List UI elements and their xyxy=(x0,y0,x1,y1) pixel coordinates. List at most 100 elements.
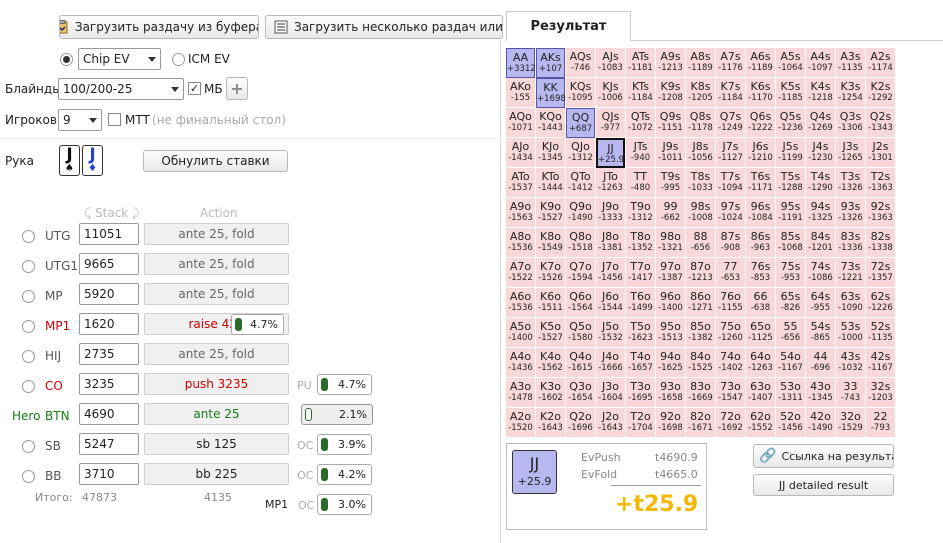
hand-cell[interactable]: 72s -1357 xyxy=(866,258,895,288)
hand-cell[interactable]: QQ +687 xyxy=(566,108,595,138)
hand-cell[interactable]: 64s -955 xyxy=(806,288,835,318)
hand-cell[interactable]: T8o -1352 xyxy=(626,228,655,258)
hand-cell[interactable]: K6o -1511 xyxy=(536,288,565,318)
blinds-select[interactable]: 100/200-25 xyxy=(58,78,184,100)
stack-input[interactable]: 11051 xyxy=(79,223,139,245)
hand-cell[interactable]: J7o -1456 xyxy=(596,258,625,288)
hand-cell[interactable]: 83o -1669 xyxy=(686,378,715,408)
hand-cell[interactable]: A5s -1064 xyxy=(776,48,805,78)
hand-cell[interactable]: 84o -1525 xyxy=(686,348,715,378)
hand-cell[interactable]: 95o -1513 xyxy=(656,318,685,348)
position-radio[interactable] xyxy=(22,230,35,243)
hand-cell[interactable]: Q4o -1615 xyxy=(566,348,595,378)
chip-ev-radio[interactable] xyxy=(60,53,73,66)
hand-cell[interactable]: 63o -1407 xyxy=(746,378,775,408)
hand-cell[interactable]: 54o -1167 xyxy=(776,348,805,378)
hand-cell[interactable]: K7o -1526 xyxy=(536,258,565,288)
hand-cell[interactable]: J8s -1056 xyxy=(686,138,715,168)
hand-cell[interactable]: A5o -1400 xyxy=(506,318,535,348)
hand-cell[interactable]: K9o -1527 xyxy=(536,198,565,228)
hand-cell[interactable]: 53o -1311 xyxy=(776,378,805,408)
hand-cell[interactable]: Q3o -1654 xyxy=(566,378,595,408)
hand-cell[interactable]: Q7s -1249 xyxy=(716,108,745,138)
hand-cell[interactable]: K9s -1208 xyxy=(656,78,685,108)
position-radio[interactable] xyxy=(22,320,35,333)
position-radio[interactable] xyxy=(22,260,35,273)
hand-cell[interactable]: 83s -1336 xyxy=(836,228,865,258)
hand-cell[interactable]: T2o -1704 xyxy=(626,408,655,438)
equity-box[interactable]: 2.1% xyxy=(301,404,373,425)
hand-cell[interactable]: JJ +25.9 xyxy=(596,138,625,168)
position-radio[interactable] xyxy=(22,440,35,453)
hand-cell[interactable]: A3o -1478 xyxy=(506,378,535,408)
hand-cell[interactable]: A4s -1097 xyxy=(806,48,835,78)
hand-cell[interactable]: J4o -1666 xyxy=(596,348,625,378)
hand-cell[interactable]: AKs +107 xyxy=(536,48,565,78)
hand-cell[interactable]: 76s -853 xyxy=(746,258,775,288)
hand-cell[interactable]: J2s -1301 xyxy=(866,138,895,168)
hand-cell[interactable]: Q5s -1236 xyxy=(776,108,805,138)
hand-cell[interactable]: 72o -1692 xyxy=(716,408,745,438)
hand-cell[interactable]: 97s -1024 xyxy=(716,198,745,228)
hand-cell[interactable]: K3s -1254 xyxy=(836,78,865,108)
hand-cell[interactable]: 92o -1698 xyxy=(656,408,685,438)
hand-cell[interactable]: Q9o -1490 xyxy=(566,198,595,228)
hand-cell[interactable]: 62o -1552 xyxy=(746,408,775,438)
hand-cell[interactable]: 53s -1000 xyxy=(836,318,865,348)
hand-cell[interactable]: 42s -1167 xyxy=(866,348,895,378)
hand-cell[interactable]: JTs -940 xyxy=(626,138,655,168)
hand-cell[interactable]: AQs -746 xyxy=(566,48,595,78)
hand-cell[interactable]: ATo -1537 xyxy=(506,168,535,198)
hand-cell[interactable]: Q8s -1178 xyxy=(686,108,715,138)
hand-cell[interactable]: T4o -1657 xyxy=(626,348,655,378)
stack-input[interactable]: 2735 xyxy=(79,343,139,365)
hand-cell[interactable]: Q4s -1269 xyxy=(806,108,835,138)
hand-cell[interactable]: T3o -1695 xyxy=(626,378,655,408)
hand-cell[interactable]: 22 -793 xyxy=(866,408,895,438)
hand-cell[interactable]: KJo -1345 xyxy=(536,138,565,168)
hand-cell[interactable]: J5o -1532 xyxy=(596,318,625,348)
hand-cell[interactable]: Q2o -1696 xyxy=(566,408,595,438)
stack-input[interactable]: 4690 xyxy=(79,403,139,425)
hand-cell[interactable]: 66 -638 xyxy=(746,288,775,318)
hand-cell[interactable]: 63s -1090 xyxy=(836,288,865,318)
hand-cell[interactable]: J6o -1544 xyxy=(596,288,625,318)
hand-cell[interactable]: 94s -1325 xyxy=(806,198,835,228)
hand-cell[interactable]: T6s -1171 xyxy=(746,168,775,198)
hand-cell[interactable]: ATs -1181 xyxy=(626,48,655,78)
hand-cell[interactable]: QJo -1312 xyxy=(566,138,595,168)
bb-checkbox[interactable]: ✓ xyxy=(188,82,201,95)
hand-cell[interactable]: K6s -1170 xyxy=(746,78,775,108)
hand-cell[interactable]: A2s -1174 xyxy=(866,48,895,78)
hand-cell[interactable]: 55 -656 xyxy=(776,318,805,348)
players-select[interactable]: 9 xyxy=(58,109,102,131)
mtt-checkbox[interactable] xyxy=(108,113,121,126)
hand-cell[interactable]: KK +1698 xyxy=(536,78,566,108)
stack-input[interactable]: 1620 xyxy=(79,313,139,335)
action-field[interactable]: ante 25, fold xyxy=(144,343,289,365)
hand-cell[interactable]: K2o -1643 xyxy=(536,408,565,438)
hand-cell[interactable]: J8o -1381 xyxy=(596,228,625,258)
hand-cell[interactable]: J6s -1210 xyxy=(746,138,775,168)
hand-cell[interactable]: Q7o -1594 xyxy=(566,258,595,288)
icm-ev-radio[interactable] xyxy=(172,53,185,66)
hand-cell[interactable]: 52o -1456 xyxy=(776,408,805,438)
tab-result[interactable]: Результат xyxy=(506,11,631,41)
hand-cell[interactable]: J9o -1333 xyxy=(596,198,625,228)
hand-cell[interactable]: 65o -1125 xyxy=(746,318,775,348)
load-from-clipboard-button[interactable]: Загрузить раздачу из буфера xyxy=(59,15,259,39)
hand-cell[interactable]: K5s -1185 xyxy=(776,78,805,108)
hand-cell[interactable]: 75o -1260 xyxy=(716,318,745,348)
hand-cell[interactable]: A3s -1135 xyxy=(836,48,865,78)
hand-cell[interactable]: K7s -1184 xyxy=(716,78,745,108)
hand-cell[interactable]: A2o -1520 xyxy=(506,408,535,438)
hand-cell[interactable]: KJs -1006 xyxy=(596,78,625,108)
hand-cell[interactable]: K8s -1205 xyxy=(686,78,715,108)
card-jack-spades[interactable]: J ♠ xyxy=(59,145,80,176)
hand-cell[interactable]: AA +3312 xyxy=(506,48,536,78)
hand-cell[interactable]: JTo -1263 xyxy=(596,168,625,198)
action-field[interactable]: sb 125 xyxy=(144,433,289,455)
hand-cell[interactable]: 98s -1008 xyxy=(686,198,715,228)
hand-cell[interactable]: 86s -963 xyxy=(746,228,775,258)
hand-cell[interactable]: A9s -1213 xyxy=(656,48,685,78)
